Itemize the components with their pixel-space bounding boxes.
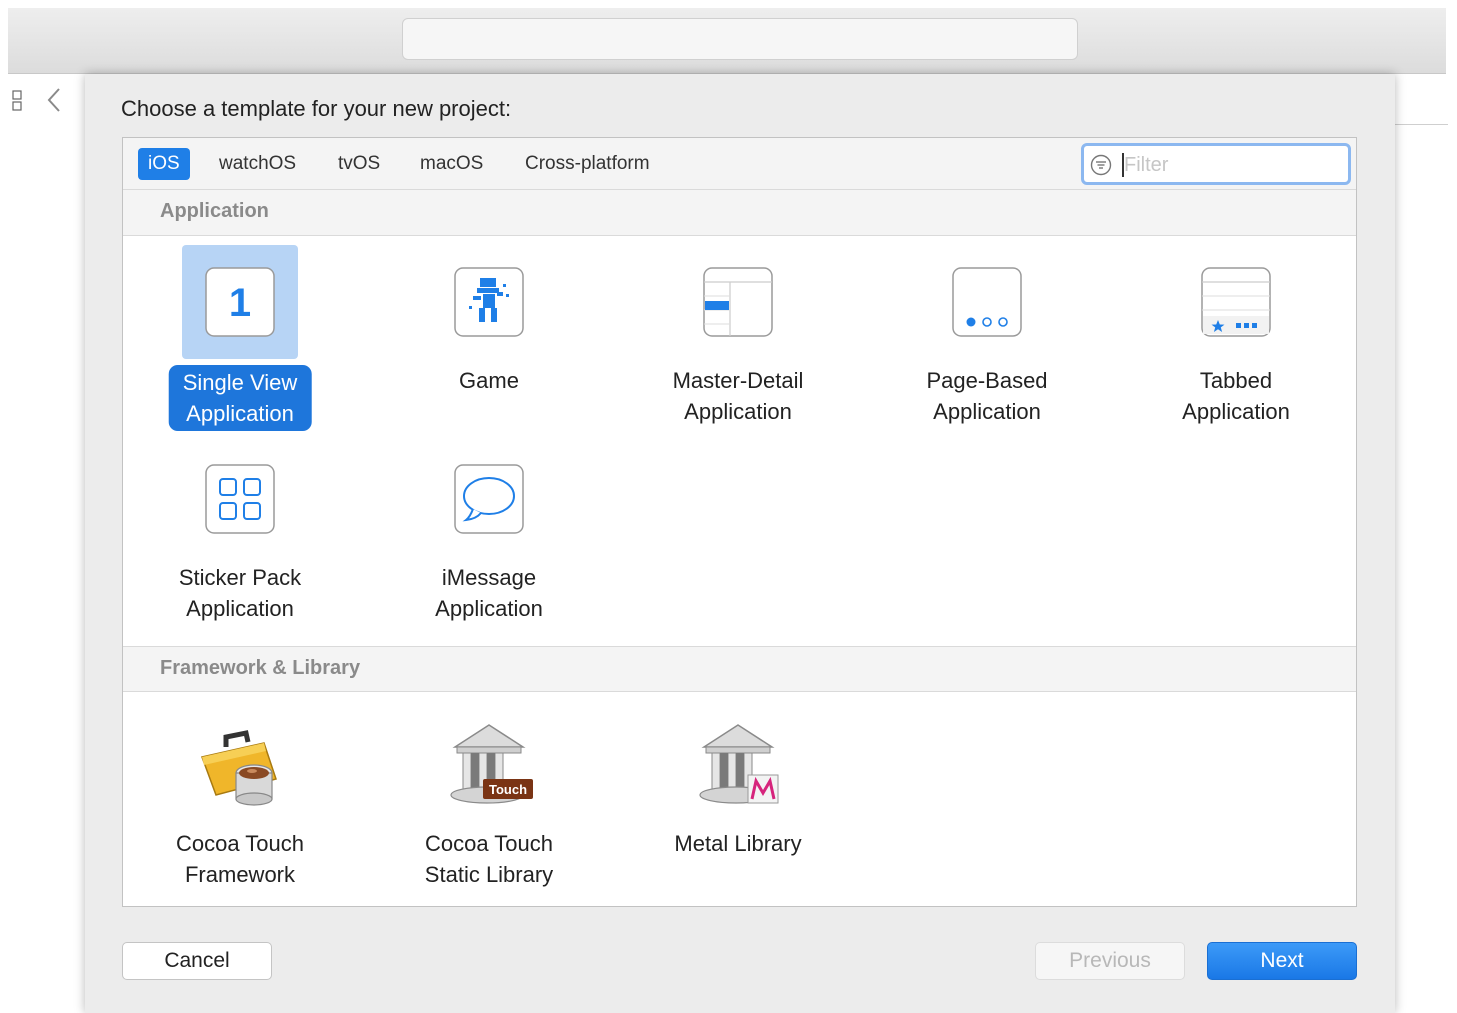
template-label: Page-Based Application <box>912 365 1061 427</box>
template-game[interactable]: Game <box>379 245 599 445</box>
filter-input[interactable] <box>1124 150 1334 180</box>
label-line2: Application <box>684 399 792 424</box>
label-line1: Single View <box>182 370 298 395</box>
tab-macos[interactable]: macOS <box>410 148 493 180</box>
navigator-strip <box>8 74 86 134</box>
template-icon-frame <box>431 245 547 359</box>
toolbox-icon <box>201 730 277 806</box>
master-detail-icon <box>703 267 773 337</box>
touch-badge-text: Touch <box>489 782 527 797</box>
template-imessage-application[interactable]: iMessage Application <box>379 442 599 642</box>
template-icon-frame: 1 <box>182 245 298 359</box>
template-icon-frame <box>182 708 298 822</box>
template-label: Game <box>445 365 533 396</box>
label-line1: Game <box>459 368 519 393</box>
tab-ios[interactable]: iOS <box>138 148 190 180</box>
back-chevron-icon[interactable] <box>44 86 64 114</box>
label-line2: Static Library <box>424 862 554 887</box>
label-line1: Cocoa Touch <box>175 831 305 856</box>
template-icon-frame <box>431 442 547 556</box>
section-title: Framework & Library <box>160 657 361 679</box>
single-view-icon: 1 <box>205 267 275 337</box>
template-icon-frame <box>1178 245 1294 359</box>
label-line2: Application <box>186 596 294 621</box>
section-header-application: Application <box>123 190 1356 236</box>
template-label: iMessage Application <box>421 562 557 624</box>
window-titlebar <box>8 8 1446 74</box>
tab-tvos[interactable]: tvOS <box>328 148 390 180</box>
label-line2: Application <box>435 596 543 621</box>
section-title: Application <box>160 200 269 222</box>
template-cocoa-touch-framework[interactable]: Cocoa Touch Framework <box>130 708 350 908</box>
game-icon <box>454 267 524 337</box>
template-metal-library[interactable]: Metal Library <box>628 708 848 908</box>
template-tabbed-application[interactable]: Tabbed Application <box>1126 245 1346 445</box>
imessage-icon <box>454 464 524 534</box>
label-line1: Cocoa Touch <box>424 831 554 856</box>
template-cocoa-touch-static-library[interactable]: Touch Cocoa Touch Static Library <box>379 708 599 908</box>
label-line2: Application <box>933 399 1041 424</box>
template-sticker-pack-application[interactable]: Sticker Pack Application <box>130 442 350 642</box>
label-line2: Framework <box>184 862 296 887</box>
section-header-framework-library: Framework & Library <box>123 646 1356 692</box>
sticker-pack-icon <box>205 464 275 534</box>
library-building-icon: Touch <box>450 724 533 804</box>
tab-watchos[interactable]: watchOS <box>209 148 306 180</box>
document-outline-icon[interactable] <box>12 90 22 112</box>
template-icon-frame <box>680 708 796 822</box>
template-label: Cocoa Touch Static Library <box>411 828 567 890</box>
template-label: Tabbed Application <box>1168 365 1304 427</box>
template-page-based-application[interactable]: Page-Based Application <box>877 245 1097 445</box>
label-line1: Master-Detail <box>672 368 804 393</box>
label-line1: Tabbed <box>1199 368 1273 393</box>
label-line1: Metal Library <box>674 831 802 856</box>
label-line2: Application <box>186 401 294 426</box>
platform-tabbar: iOS watchOS tvOS macOS Cross-platform <box>123 138 1356 190</box>
template-panel: iOS watchOS tvOS macOS Cross-platform Ap… <box>122 137 1357 907</box>
template-single-view-application[interactable]: 1 Single View Application <box>130 245 350 445</box>
tab-cross-platform[interactable]: Cross-platform <box>515 148 660 180</box>
template-label: Sticker Pack Application <box>165 562 315 624</box>
page-based-icon <box>952 267 1022 337</box>
next-button[interactable]: Next <box>1207 942 1357 980</box>
label-line1: Page-Based <box>926 368 1048 393</box>
sheet-title: Choose a template for your new project: <box>121 96 512 121</box>
label-line2: Application <box>1182 399 1290 424</box>
metal-library-icon <box>699 724 779 804</box>
single-view-number: 1 <box>229 281 251 325</box>
filter-icon <box>1090 154 1112 176</box>
tabbed-icon <box>1201 267 1271 337</box>
filter-field[interactable] <box>1081 143 1351 185</box>
template-label: Metal Library <box>660 828 815 859</box>
previous-button[interactable]: Previous <box>1035 942 1185 980</box>
template-icon-frame <box>680 245 796 359</box>
template-label: Single View Application <box>168 365 312 431</box>
template-label: Master-Detail Application <box>659 365 818 427</box>
window-title-field <box>402 18 1078 60</box>
template-label: Cocoa Touch Framework <box>162 828 318 890</box>
label-line1: iMessage <box>441 565 537 590</box>
template-icon-frame <box>182 442 298 556</box>
cancel-button[interactable]: Cancel <box>122 942 272 980</box>
template-icon-frame <box>929 245 1045 359</box>
template-chooser-sheet: Choose a template for your new project: … <box>85 74 1395 1013</box>
label-line1: Sticker Pack <box>178 565 302 590</box>
divider <box>1394 124 1448 125</box>
template-icon-frame: Touch <box>431 708 547 822</box>
template-master-detail-application[interactable]: Master-Detail Application <box>628 245 848 445</box>
